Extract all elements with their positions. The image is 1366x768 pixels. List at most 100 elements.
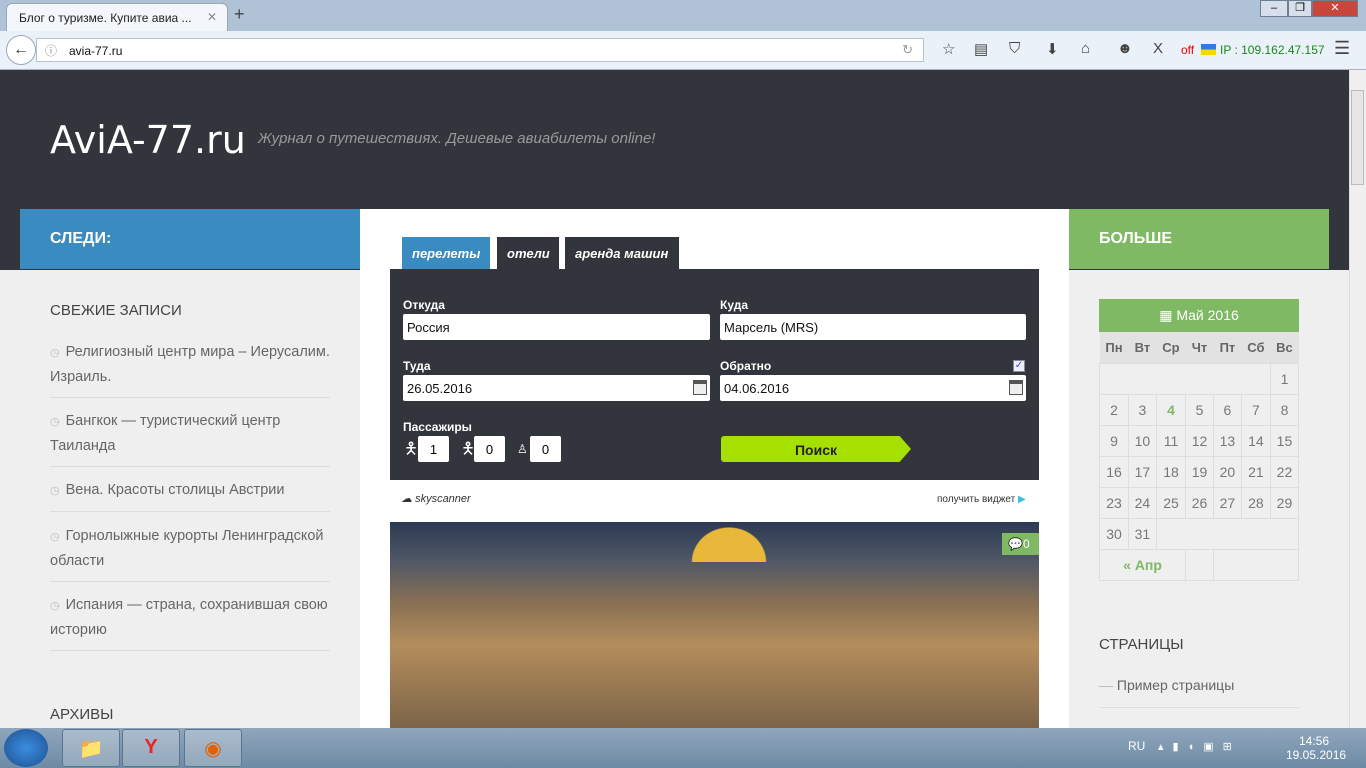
post-title: Вена. Красоты столицы Австрии	[65, 482, 285, 498]
search-button[interactable]: Поиск	[721, 436, 911, 462]
arrow-icon: ▶	[1017, 494, 1026, 505]
from-input[interactable]: Россия	[403, 314, 710, 340]
post-title: Горнолыжные курорты Ленинградской област…	[50, 528, 324, 569]
get-widget-link[interactable]: получить виджет ▶	[937, 494, 1026, 505]
tab-hotels[interactable]: отели	[497, 237, 559, 269]
infants-input[interactable]: 0	[530, 436, 561, 462]
depart-date-input[interactable]: 26.05.2016	[403, 375, 710, 401]
skyscanner-logo[interactable]: ☁ skyscanner	[401, 492, 471, 505]
close-window-button[interactable]: ✕	[1312, 0, 1358, 17]
comments-badge[interactable]: 💬0	[1002, 533, 1039, 555]
calendar-day: 1	[1269, 362, 1300, 395]
calendar-day: 18	[1155, 455, 1187, 488]
info-icon[interactable]: ⓘ	[45, 42, 57, 59]
adults-input[interactable]: 1	[418, 436, 449, 462]
calendar-icon[interactable]	[1009, 380, 1023, 395]
tab-title: Блог о туризме. Купите авиа ...	[19, 11, 192, 25]
post-link[interactable]: ◷ Вена. Красоты столицы Австрии	[50, 478, 330, 512]
close-tab-icon[interactable]: ✕	[207, 10, 217, 24]
calendar-day: 21	[1240, 455, 1271, 488]
pages-title: СТРАНИЦЫ	[1099, 636, 1184, 653]
x-extension-icon[interactable]: X	[1153, 40, 1163, 57]
page-title: Пример страницы	[1116, 677, 1235, 693]
download-icon[interactable]: ⬇	[1046, 40, 1059, 58]
back-button[interactable]: ←	[6, 35, 36, 65]
firefox-taskbar-button[interactable]: ◉	[184, 729, 242, 767]
weekday-header: Пн	[1099, 332, 1129, 363]
site-logo[interactable]: AviA-77.ru	[50, 118, 246, 162]
clock-icon: ◷	[50, 531, 60, 543]
vpn-status[interactable]: off	[1181, 43, 1194, 57]
calendar-day: 12	[1185, 424, 1214, 457]
time: 14:56	[1298, 734, 1330, 748]
from-label: Откуда	[403, 298, 445, 312]
restore-button[interactable]: ❐	[1288, 0, 1312, 17]
get-widget-text: получить виджет	[937, 494, 1016, 505]
chat-icon[interactable]: ☻	[1117, 40, 1133, 57]
post-title: Испания — страна, сохранившая свою истор…	[50, 597, 328, 638]
reload-icon[interactable]: ↻	[902, 42, 913, 58]
scrollbar-thumb[interactable]	[1351, 90, 1364, 185]
calendar-day: 26	[1185, 486, 1214, 519]
weekday-header: Ср	[1156, 332, 1186, 363]
reading-list-icon[interactable]: ▤	[974, 40, 988, 58]
post-link[interactable]: ◷ Религиозный центр мира – Иерусалим. Изр…	[50, 340, 330, 398]
calendar-day: 30	[1099, 517, 1129, 550]
clock-icon: ◷	[50, 485, 60, 497]
bookmark-star-icon[interactable]: ☆	[942, 40, 955, 58]
post-link[interactable]: ◷ Испания — страна, сохранившая свою исто…	[50, 593, 330, 651]
date: 19.05.2016	[1286, 748, 1347, 762]
to-label: Куда	[720, 298, 748, 312]
weekday-header: Вт	[1128, 332, 1157, 363]
calendar-day: 13	[1212, 424, 1242, 457]
pocket-icon[interactable]: ⛉	[1009, 40, 1020, 57]
home-icon[interactable]: ⌂	[1081, 40, 1090, 57]
clock-icon: ◷	[50, 347, 60, 359]
left-sidebar-header: СЛЕДИ:	[20, 209, 360, 269]
children-input[interactable]: 0	[474, 436, 505, 462]
browser-tab[interactable]: Блог о туризме. Купите авиа ... ✕	[6, 3, 228, 32]
url-bar[interactable]: ⓘ avia-77.ru ↻	[36, 38, 924, 62]
return-date: 04.06.2016	[724, 381, 790, 396]
to-input[interactable]: Марсель (MRS)	[720, 314, 1026, 340]
page-link[interactable]: — Пример страницы	[1099, 677, 1299, 708]
calendar-day: 24	[1127, 486, 1157, 519]
yandex-taskbar-button[interactable]: Y	[122, 729, 180, 767]
calendar-day: 27	[1212, 486, 1242, 519]
minimize-button[interactable]: –	[1260, 0, 1288, 17]
calendar-day: 25	[1155, 486, 1187, 519]
explorer-taskbar-button[interactable]: 📁	[62, 729, 120, 767]
menu-icon[interactable]: ☰	[1334, 38, 1350, 59]
depart-label: Туда	[403, 359, 431, 373]
calendar-day: 8	[1269, 393, 1300, 426]
tray-icons[interactable]: ▴▮◖▣⊞	[1158, 740, 1241, 753]
right-sidebar-header: БОЛЬШЕ	[1069, 209, 1329, 269]
child-icon: 🯅	[461, 441, 476, 458]
depart-date: 26.05.2016	[407, 381, 473, 396]
prev-month-link[interactable]: « Апр	[1098, 548, 1187, 581]
post-title: Религиозный центр мира – Иерусалим. Изра…	[50, 344, 330, 385]
tab-flights[interactable]: перелеты	[402, 237, 490, 269]
ip-address: IP : 109.162.47.157	[1220, 43, 1325, 57]
return-date-input[interactable]: 04.06.2016	[720, 375, 1026, 401]
post-link[interactable]: ◷ Горнолыжные курорты Ленинградской облас…	[50, 524, 330, 582]
calendar-day: 3	[1127, 393, 1157, 426]
calendar-day[interactable]: 4	[1155, 393, 1187, 426]
tab-car-rental[interactable]: аренда машин	[565, 237, 679, 269]
clock[interactable]: 14:56 19.05.2016	[1286, 734, 1347, 762]
calendar-pad	[1212, 548, 1300, 581]
site-tagline: Журнал о путешествиях. Дешевые авиабилет…	[258, 130, 656, 147]
clock-icon: ◷	[50, 416, 60, 428]
calendar-day: 28	[1240, 486, 1271, 519]
post-link[interactable]: ◷ Бангкок — туристический центр Таиланда	[50, 409, 330, 467]
language-indicator[interactable]: RU	[1128, 739, 1145, 753]
calendar-table: Пн Вт Ср Чт Пт Сб Вс 1 2 3 4 5 6 7 8 9 10 11 12 13 14 15 16 17 1…	[1098, 332, 1300, 581]
calendar-day: 7	[1240, 393, 1271, 426]
calendar-day: 11	[1155, 424, 1187, 457]
flag-icon	[1201, 44, 1216, 55]
calendar-day: 20	[1212, 455, 1242, 488]
new-tab-button[interactable]: +	[234, 4, 245, 25]
return-checkbox[interactable]: ✓	[1013, 360, 1025, 372]
calendar-icon[interactable]	[693, 380, 707, 395]
start-button[interactable]	[4, 729, 48, 767]
